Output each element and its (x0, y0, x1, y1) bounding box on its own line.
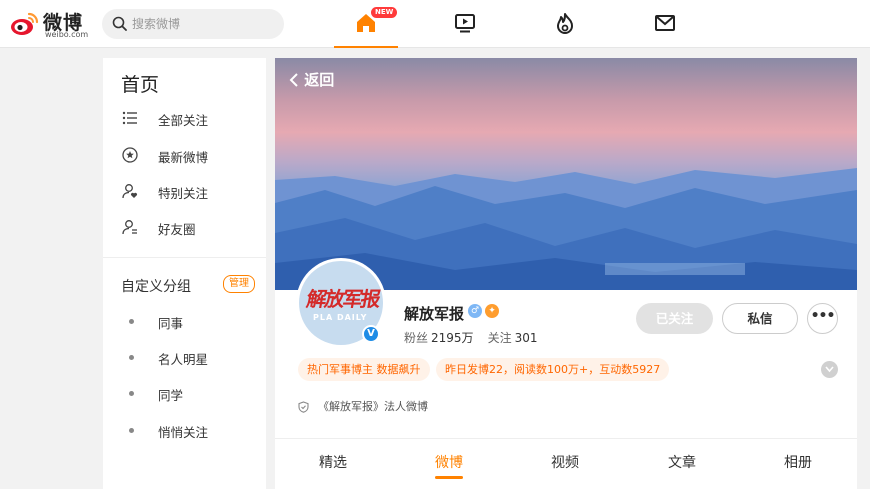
user-friends-icon (122, 220, 137, 235)
expand-button[interactable] (821, 361, 838, 378)
profile-banner (275, 58, 857, 290)
mail-icon (655, 15, 675, 31)
tag-hot-military[interactable]: 热门军事博主 数据飙升 (298, 358, 430, 381)
active-tab-indicator (435, 476, 463, 479)
followers-count[interactable]: 2195万 (431, 331, 474, 345)
left-sidebar: 首页 全部关注 最新微博 特别关注 好友圈 自定义分组 管理 同事 名人明星 同… (103, 58, 266, 489)
message-button[interactable]: 私信 (722, 303, 798, 334)
sidebar-group-colleagues[interactable]: 同事 (103, 306, 266, 336)
following-label[interactable]: 关注 (488, 331, 512, 345)
sidebar-group-label: 同事 (158, 316, 184, 331)
search-icon (112, 16, 127, 31)
sidebar-item-all-following[interactable]: 全部关注 (103, 103, 266, 133)
top-bar: 微博 weibo.com NEW (0, 0, 870, 48)
profile-stats: 粉丝 2195万 关注 301 (404, 329, 551, 346)
sidebar-group-label: 同学 (158, 388, 184, 403)
sidebar-item-label: 全部关注 (158, 113, 209, 128)
bullet-dot (129, 319, 134, 324)
sidebar-group-label: 名人明星 (158, 352, 209, 367)
profile-card: 返回 解放军报 PLA DAILY V 解放军报 ♂ ✦ 粉丝 2195万 关注 30… (275, 58, 857, 489)
weibo-logo-icon (11, 12, 39, 35)
tab-featured[interactable]: 精选 (293, 452, 373, 472)
back-label: 返回 (304, 71, 335, 89)
sidebar-group-celebrities[interactable]: 名人明星 (103, 342, 266, 372)
search-input[interactable] (132, 15, 272, 33)
manage-button[interactable]: 管理 (223, 275, 255, 293)
sidebar-item-label: 最新微博 (158, 150, 209, 165)
tag-daily-stats[interactable]: 昨日发博22，阅读数100万+，互动数5927 (436, 358, 670, 381)
tab-album[interactable]: 相册 (758, 452, 838, 472)
video-icon (455, 14, 475, 33)
chevron-left-icon (289, 72, 298, 87)
nav-video[interactable] (433, 0, 497, 48)
sidebar-group-classmates[interactable]: 同学 (103, 378, 266, 408)
sidebar-group-label: 悄悄关注 (158, 425, 209, 440)
tabs-divider (275, 438, 857, 439)
verification-line: 《解放军报》法人微博 (298, 398, 428, 414)
tab-articles[interactable]: 文章 (642, 452, 722, 472)
sidebar-item-latest[interactable]: 最新微博 (103, 140, 266, 170)
tab-video[interactable]: 视频 (525, 452, 605, 472)
chevron-down-icon (825, 366, 834, 373)
bullet-dot (129, 391, 134, 396)
tab-weibo[interactable]: 微博 (409, 452, 489, 472)
sidebar-item-label: 好友圈 (158, 222, 196, 237)
sidebar-item-friends[interactable]: 好友圈 (103, 212, 266, 242)
nav-messages[interactable] (633, 0, 697, 48)
hot-flame-icon (557, 13, 573, 34)
followers-label[interactable]: 粉丝 (404, 331, 428, 345)
brand-domain: weibo.com (45, 30, 89, 39)
search-box[interactable] (102, 9, 284, 39)
profile-name: 解放军报 (404, 305, 465, 323)
verified-badge: V (362, 325, 380, 343)
sidebar-divider (103, 257, 266, 258)
sidebar-group-secret[interactable]: 悄悄关注 (103, 415, 266, 445)
sidebar-item-label: 特别关注 (158, 186, 209, 201)
more-button[interactable]: ••• (807, 303, 838, 334)
avatar-english: PLA DAILY (313, 313, 368, 322)
medal-icon[interactable]: ✦ (485, 304, 499, 318)
star-circle-icon (122, 147, 138, 163)
avatar-calligraphy: 解放军报 (304, 287, 381, 311)
following-count[interactable]: 301 (515, 331, 538, 345)
back-button[interactable]: 返回 (289, 69, 334, 90)
nav-home[interactable]: NEW (334, 0, 398, 48)
bullet-dot (129, 428, 134, 433)
nav-hot[interactable] (533, 0, 597, 48)
shield-icon (298, 401, 309, 413)
sidebar-title[interactable]: 首页 (121, 70, 159, 97)
weibo-logo[interactable]: 微博 weibo.com (10, 8, 94, 40)
bullet-dot (129, 355, 134, 360)
new-badge: NEW (371, 7, 398, 18)
user-heart-icon (122, 184, 138, 199)
male-icon: ♂ (468, 304, 482, 318)
sidebar-item-special[interactable]: 特别关注 (103, 176, 266, 206)
followed-button[interactable]: 已关注 (636, 303, 713, 334)
list-icon (122, 111, 137, 125)
verification-text: 《解放军报》法人微博 (318, 400, 428, 413)
custom-group-title: 自定义分组 (121, 279, 191, 295)
